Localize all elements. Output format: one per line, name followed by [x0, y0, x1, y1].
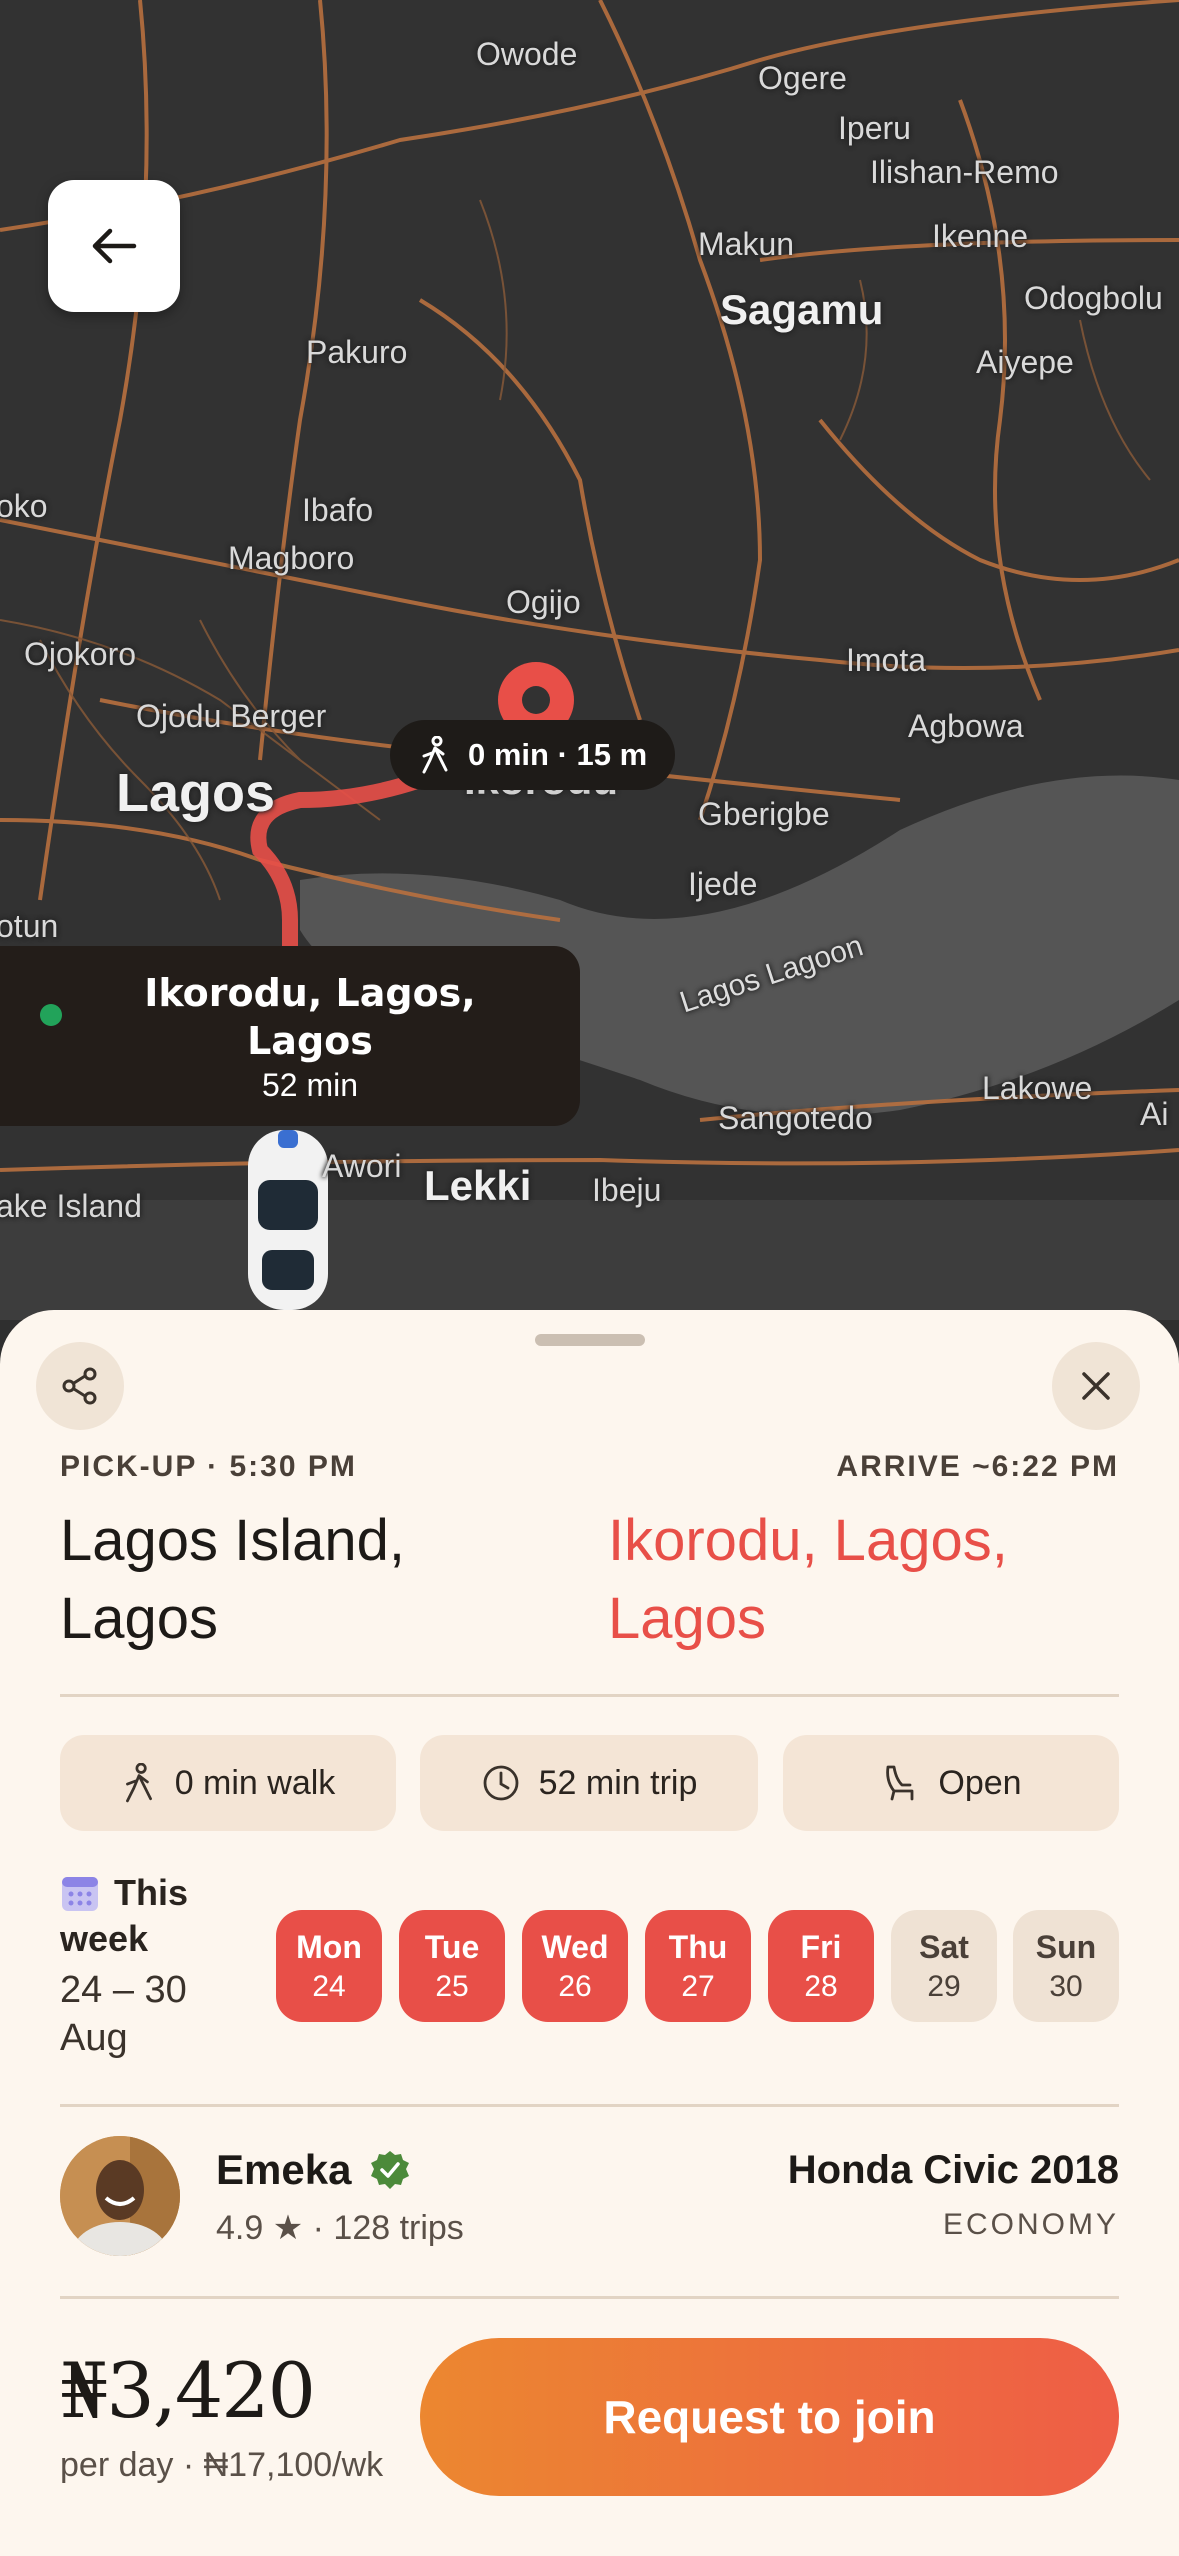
place-label: Gberigbe [698, 796, 830, 832]
day-date: 30 [1049, 1969, 1083, 2003]
driver-photo [60, 2136, 180, 2256]
back-button[interactable] [48, 180, 180, 312]
place-label: Pakuro [306, 334, 408, 370]
arrow-left-icon [92, 228, 137, 264]
day-name: Mon [296, 1928, 362, 1965]
place-label: Ijede [688, 866, 758, 902]
route-map[interactable]: Owode Ogere Iperu Ilishan-Remo Makun Ike… [0, 0, 1179, 1320]
week-label: This week 24 – 30 Aug [60, 1872, 260, 2062]
car-class: ECONOMY [942, 2208, 1119, 2241]
price-amount: ₦3,420 [60, 2346, 316, 2435]
driver-rating: 4.9 ★ · 128 trips [216, 2209, 464, 2247]
place-label: Ilishan-Remo [870, 154, 1059, 190]
calendar-icon [62, 1877, 98, 1911]
place-label: Magboro [228, 540, 355, 576]
price-subtext: per day · ₦17,100/wk [60, 2446, 384, 2484]
destination-duration: 52 min [261, 1066, 359, 1103]
day-date: 24 [312, 1969, 346, 2003]
driver-name: Emeka [216, 2146, 352, 2193]
day-wed[interactable]: Wed 26 [522, 1910, 628, 2022]
place-label: Odogbolu [1024, 280, 1163, 316]
arrive-label: ARRIVE ~6:22 PM [836, 1450, 1119, 1483]
drag-handle[interactable] [535, 1334, 645, 1346]
place-label: Ibeju [592, 1172, 662, 1208]
week-title: This [114, 1872, 189, 1913]
destination-card[interactable]: Ikorodu, Lagos, Lagos 52 min [0, 946, 580, 1126]
divider [60, 2104, 1119, 2107]
place-label: Aiyepe [976, 344, 1074, 380]
place-label: Makun [698, 226, 795, 262]
place-label: Lekki [424, 1162, 532, 1209]
request-to-join-button[interactable]: Request to join [420, 2338, 1119, 2496]
walk-distance-pill: 0 min · 15 m [390, 720, 676, 790]
pickup-label: PICK-UP · 5:30 PM [60, 1450, 357, 1483]
clock-icon [483, 1765, 519, 1801]
week-title-2: week [60, 1918, 149, 1959]
week-range: 24 – 30 Aug [60, 1969, 187, 2059]
place-label: Sagamu [720, 286, 884, 333]
place-label: Ojokoro [24, 636, 137, 672]
trip-duration-chip: 52 min trip [420, 1735, 758, 1831]
destination-title: Ikorodu, Lagos, Lagos [144, 970, 476, 1063]
walk-pill-label: 0 min · 15 m [468, 737, 648, 772]
place-label: oko [0, 488, 48, 524]
walk-chip: 0 min walk [60, 1735, 396, 1831]
place-label: Ai [1140, 1096, 1169, 1132]
place-label: Ibafo [302, 492, 374, 528]
day-date: 27 [681, 1969, 715, 2003]
place-label: Ojodu Berger [136, 698, 327, 734]
day-date: 28 [804, 1969, 838, 2003]
day-sun[interactable]: Sun 30 [1013, 1910, 1119, 2022]
share-button[interactable] [36, 1342, 124, 1430]
walk-chip-label: 0 min walk [174, 1763, 336, 1802]
verified-badge-icon [371, 2151, 410, 2189]
place-label: Imota [846, 642, 927, 678]
place-label: Ogere [758, 60, 847, 96]
place-label: ake Island [0, 1188, 142, 1224]
place-label: Ikenne [932, 218, 1029, 254]
car-model: Honda Civic 2018 [787, 2148, 1119, 2192]
day-sat[interactable]: Sat 29 [891, 1910, 997, 2022]
place-label: Owode [476, 36, 578, 72]
place-label: Awori [322, 1148, 402, 1184]
day-name: Sat [919, 1928, 969, 1965]
share-icon [62, 1367, 97, 1405]
arrive-city: Ikorodu, Lagos, Lagos [608, 1508, 1008, 1651]
day-fri[interactable]: Fri 28 [768, 1910, 874, 2022]
close-button[interactable] [1052, 1342, 1140, 1430]
place-label: Sangotedo [718, 1100, 873, 1136]
day-tue[interactable]: Tue 25 [399, 1910, 505, 2022]
walk-icon [125, 1763, 152, 1803]
walk-icon [422, 736, 448, 774]
trip-chip-label: 52 min trip [538, 1763, 698, 1802]
seat-chip: Open [783, 1735, 1119, 1831]
place-label: otun [0, 908, 59, 944]
day-date: 29 [927, 1969, 961, 2003]
pickup-city: Lagos Island, Lagos [60, 1508, 406, 1651]
place-label: Lagos [116, 763, 276, 823]
day-name: Fri [800, 1928, 842, 1965]
day-name: Thu [668, 1928, 728, 1965]
seat-chip-label: Open [938, 1763, 1022, 1802]
driver-avatar[interactable] [60, 2136, 180, 2256]
day-name: Sun [1035, 1928, 1097, 1965]
close-icon [1082, 1372, 1110, 1400]
day-name: Tue [424, 1928, 480, 1965]
day-name: Wed [541, 1928, 609, 1965]
destination-dot-icon [40, 1004, 62, 1026]
day-mon[interactable]: Mon 24 [276, 1910, 382, 2022]
seat-icon [886, 1765, 914, 1801]
place-label: Ogijo [506, 584, 581, 620]
divider [60, 2296, 1119, 2299]
day-date: 25 [435, 1969, 469, 2003]
divider [60, 1694, 1119, 1697]
day-thu[interactable]: Thu 27 [645, 1910, 751, 2022]
driver-name-row: Emeka [216, 2146, 411, 2194]
place-label: Agbowa [908, 708, 1024, 744]
place-label: Iperu [838, 110, 911, 146]
day-date: 26 [558, 1969, 592, 2003]
place-label: Lakowe [982, 1070, 1093, 1106]
